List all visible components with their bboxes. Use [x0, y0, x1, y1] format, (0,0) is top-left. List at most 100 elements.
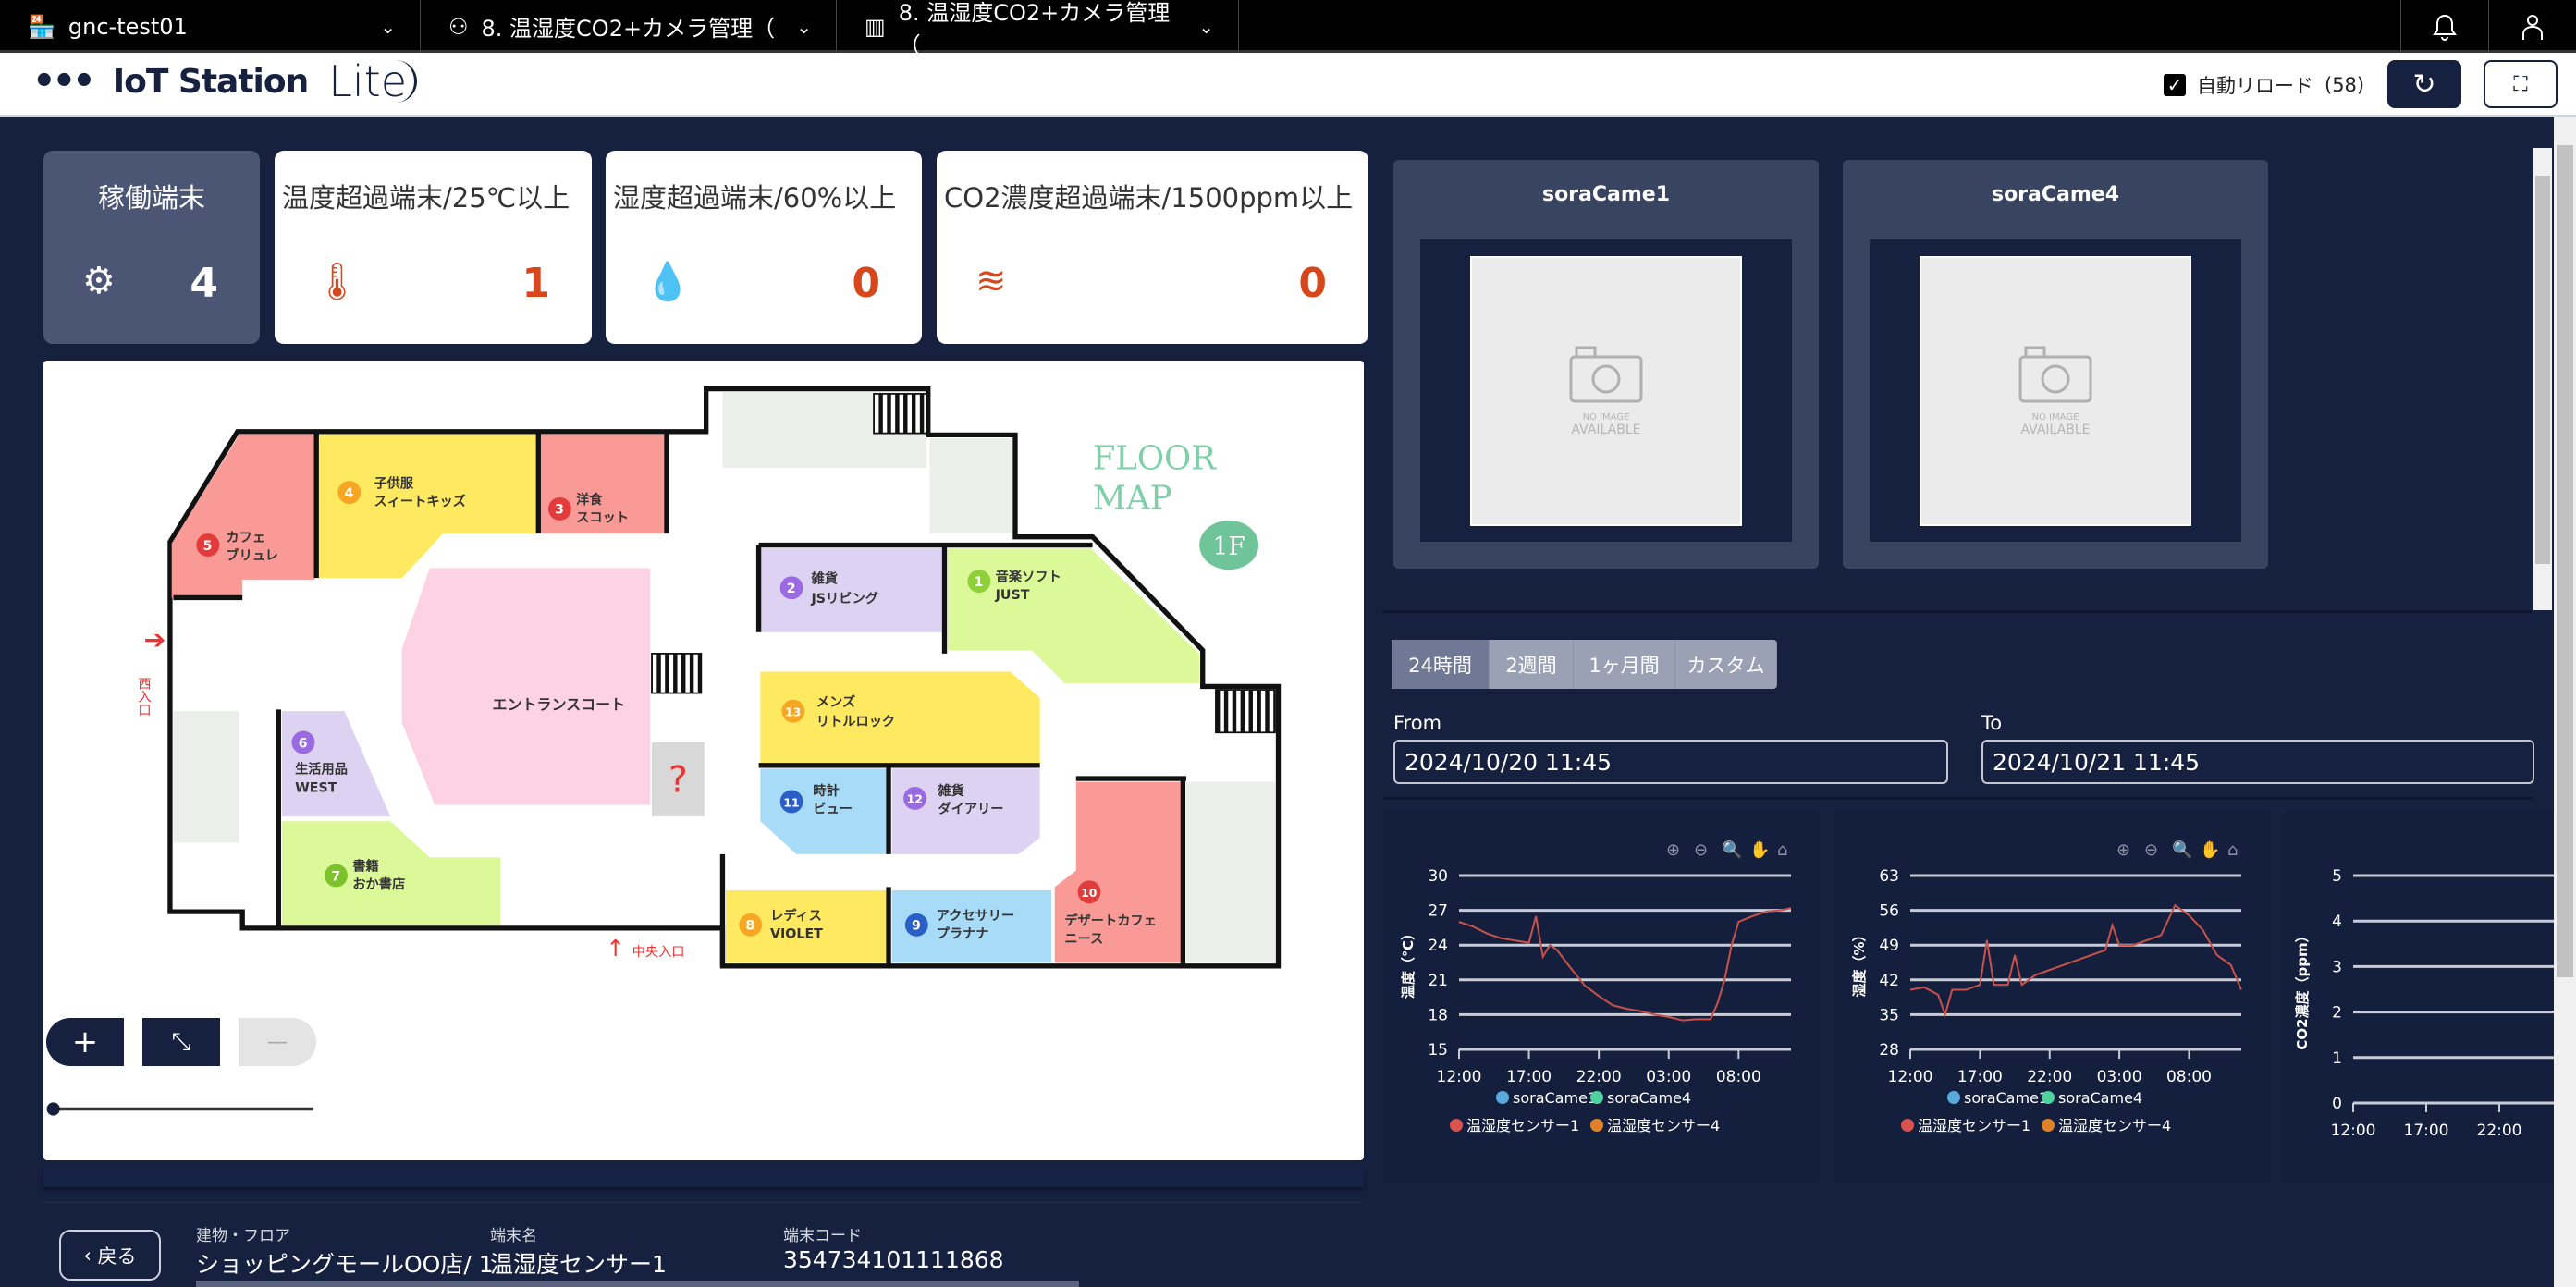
stat-card-active: 稼働端末 ⚙ 4 — [43, 151, 260, 344]
zoom-in-icon[interactable]: ⊕ — [2116, 840, 2130, 860]
temperature-chart: 15 18 21 24 27 30 12:00 17:00 22:00 03:00 08:00 温度（… — [1382, 809, 1821, 1183]
legend-item[interactable]: soraCame1 — [1964, 1089, 2048, 1107]
stat-card-co2[interactable]: CO2濃度超過端末/1500ppm以上 ≋ 0 — [937, 151, 1368, 344]
zoom-slider-handle[interactable] — [46, 1102, 60, 1116]
floor-badge-label: 1F — [1212, 533, 1245, 561]
shop-number: 4 — [344, 486, 353, 501]
plus-icon: + — [71, 1023, 99, 1060]
restroom-top-right — [929, 437, 1012, 534]
legend-marker — [1450, 1119, 1463, 1132]
stat-title: 稼働端末 — [97, 182, 205, 214]
bell-icon — [2433, 14, 2457, 41]
menu-dots-icon[interactable]: ••• — [32, 63, 96, 100]
zoom-out-icon[interactable]: ⊖ — [1694, 840, 1708, 860]
home-icon[interactable]: ⌂ — [1777, 840, 1787, 860]
building-label: 建物・フロア — [196, 1227, 290, 1245]
tab-24h[interactable]: 24時間 — [1392, 640, 1490, 689]
dashboard-selector[interactable]: ▥ 8. 温湿度CO2+カメラ管理（ ⌄ — [837, 0, 1239, 58]
shop-label: WEST — [295, 780, 337, 795]
legend-item[interactable]: 温湿度センサー4 — [2058, 1117, 2171, 1134]
legend-item[interactable]: soraCame4 — [1607, 1089, 1691, 1107]
auto-reload-toggle[interactable]: ✓ 自動リロード (58) — [2164, 71, 2364, 99]
shop-label: 子供服 — [374, 474, 413, 491]
floor-map-title: FLOOR — [1093, 440, 1218, 478]
shop-label: リトルロック — [816, 714, 895, 729]
back-label: 戻る — [97, 1244, 137, 1268]
court-label: エントランスコート — [492, 695, 625, 713]
zoom-in-icon[interactable]: ⊕ — [1666, 840, 1680, 860]
stat-card-humidity[interactable]: 湿度超過端末/60%以上 💧 0 — [606, 151, 922, 344]
camera-image-placeholder: NO IMAGE AVAILABLE — [1470, 256, 1742, 526]
legend-item[interactable]: 温湿度センサー1 — [1918, 1117, 2030, 1134]
reload-button[interactable]: ↻ — [2387, 60, 2461, 108]
from-label: From — [1393, 712, 1442, 734]
shop-number: 13 — [785, 705, 801, 718]
bar-chart-icon: ▥ — [865, 13, 886, 40]
camera-card[interactable]: soraCame1 NO IMAGE AVAILABLE — [1393, 160, 1819, 569]
humidity-chart: 28 35 42 49 56 63 12:00 17:00 22:00 03:00 08:00 湿度（… — [1834, 809, 2272, 1183]
placeholder-text: AVAILABLE — [1571, 422, 1641, 437]
from-date-input[interactable]: 2024/10/20 11:45 — [1393, 740, 1948, 784]
y-tick-label: 5 — [2332, 867, 2342, 886]
y-tick-label: 15 — [1428, 1041, 1448, 1060]
pan-icon[interactable]: ✋ — [2200, 840, 2220, 860]
auto-reload-label: 自動リロード — [2197, 75, 2313, 97]
shop-label: デザートカフェ — [1064, 912, 1157, 928]
map-fit-button[interactable]: ⤡ — [142, 1018, 220, 1066]
tab-label: 2週間 — [1505, 654, 1557, 677]
arrow-right-icon: ➔ — [143, 625, 166, 656]
tab-custom[interactable]: カスタム — [1675, 640, 1777, 689]
tab-2weeks[interactable]: 2週間 — [1490, 640, 1574, 689]
legend-item[interactable]: 温湿度センサー4 — [1607, 1117, 1720, 1134]
back-button[interactable]: ‹ 戻る — [59, 1230, 161, 1281]
minus-icon: — — [267, 1030, 288, 1054]
y-tick-label: 30 — [1428, 867, 1448, 886]
map-zoom-in-button[interactable]: + — [46, 1018, 124, 1066]
series-line — [1909, 903, 2242, 1018]
group-selector[interactable]: ⚇ 8. 温湿度CO2+カメラ管理（ ⌄ — [421, 0, 837, 53]
shop-label: アクセサリー — [937, 908, 1015, 924]
camera-panel-scrollbar[interactable] — [2533, 148, 2552, 610]
legend-item[interactable]: soraCame4 — [2058, 1089, 2142, 1107]
x-tick-label: 22:00 — [2027, 1068, 2072, 1086]
group-name: 8. 温湿度CO2+カメラ管理（ — [481, 16, 776, 42]
home-icon[interactable]: ⌂ — [2227, 840, 2238, 860]
y-tick-label: 0 — [2332, 1095, 2342, 1113]
auto-reload-checkbox[interactable]: ✓ — [2164, 74, 2186, 96]
camera-card[interactable]: soraCame4 NO IMAGE AVAILABLE — [1843, 160, 2268, 569]
page-scrollbar[interactable] — [2554, 117, 2576, 1287]
x-tick-label: 08:00 — [2166, 1068, 2212, 1086]
entrance-court — [401, 568, 651, 805]
notifications-button[interactable] — [2400, 0, 2488, 53]
wind-icon: ≋ — [975, 260, 1007, 302]
tab-1month[interactable]: 1ヶ月間 — [1574, 640, 1675, 689]
chevron-left-icon: ‹ — [83, 1244, 98, 1267]
map-zoom-out-button[interactable]: — — [239, 1018, 316, 1066]
info-underline — [196, 1281, 1079, 1287]
legend-marker — [2042, 1119, 2055, 1132]
legend-item[interactable]: 温湿度センサー1 — [1466, 1117, 1579, 1134]
to-date-input[interactable]: 2024/10/21 11:45 — [1981, 740, 2534, 784]
camera-icon — [2018, 346, 2092, 402]
zoom-select-icon[interactable]: 🔍 — [1722, 839, 1742, 860]
y-tick-label: 27 — [1428, 902, 1448, 921]
legend-item[interactable]: soraCame1 — [1513, 1089, 1597, 1107]
tenant-selector[interactable]: 🏪 gnc-test01 ⌄ — [0, 0, 421, 53]
shop-label: JUST — [995, 588, 1030, 603]
zoom-out-icon[interactable]: ⊖ — [2144, 840, 2158, 860]
zoom-select-icon[interactable]: 🔍 — [2172, 839, 2192, 860]
stat-title: 温度超過端末/25℃以上 — [282, 182, 570, 214]
user-menu-button[interactable] — [2488, 0, 2576, 53]
pan-icon[interactable]: ✋ — [1749, 840, 1770, 860]
shop-number: 8 — [745, 919, 754, 934]
shop-label: ビュー — [813, 801, 853, 816]
shop-label: VIOLET — [770, 927, 823, 942]
y-tick-label: 21 — [1428, 972, 1448, 990]
shop-5[interactable] — [171, 435, 315, 598]
shop-label: 音楽ソフト — [996, 569, 1061, 585]
co2-chart: 0 1 2 3 4 5 12:00 17:00 22:00 CO2濃度（ppm） — [2284, 809, 2554, 1183]
fullscreen-button[interactable]: ⛶ — [2484, 60, 2558, 108]
x-tick-label: 03:00 — [2097, 1068, 2142, 1086]
camera-icon — [1569, 346, 1643, 402]
stat-card-temperature[interactable]: 温度超過端末/25℃以上 🌡 1 — [275, 151, 592, 344]
